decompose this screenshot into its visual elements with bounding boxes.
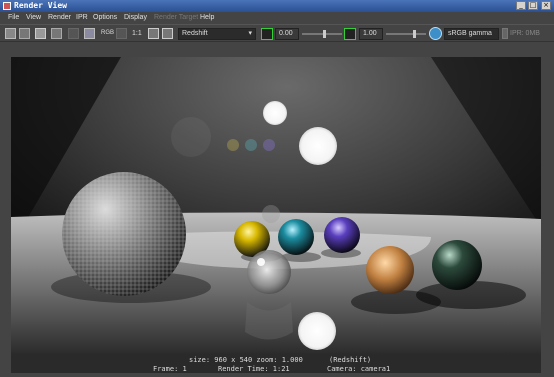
frame-text: Frame: 1 [153,365,187,373]
frame-image-icon[interactable] [162,28,173,39]
ipr-memory-label: IPR: 0MB [510,30,540,37]
alpha-channel-icon[interactable] [116,28,127,39]
gamma-toggle-icon[interactable] [344,28,356,40]
large-light-sphere [299,127,337,165]
wall-sphere-reflection [171,117,211,157]
menu-help[interactable]: Help [200,14,214,21]
renderer-name-text: (Redshift) [329,356,372,364]
app-icon [3,2,11,10]
exposure-toggle-icon[interactable] [261,28,273,40]
orange-sphere [366,246,414,294]
glass-sphere [247,250,291,294]
menu-options[interactable]: Options [93,14,117,21]
maximize-button[interactable]: □ [528,1,538,10]
minimize-button[interactable]: _ [516,1,526,10]
menu-file[interactable]: File [8,14,19,21]
frame-region-icon[interactable] [148,28,159,39]
renderer-select[interactable]: Redshift ▾ [178,28,256,40]
image-size-text: size: 960 x 540 zoom: 1.000 [189,356,303,364]
exposure-slider-handle[interactable] [323,30,326,38]
menu-bar: File View Render IPR Options Display Ren… [0,12,554,24]
chevron-down-icon: ▾ [248,30,252,37]
rgb-channel-label[interactable]: RGB [101,30,114,36]
wall-reflection-yellow [227,139,239,151]
toolbar: RGB 1:1 Redshift ▾ 0.00 1.00 sRGB gamma … [0,24,554,42]
tiled-chrome-sphere-pattern [62,172,186,296]
purple-sphere [324,217,360,253]
menu-render-target: Render Target [154,14,199,21]
exposure-slider[interactable] [302,33,342,35]
keep-image-icon[interactable] [51,28,62,39]
menu-ipr[interactable]: IPR [76,14,88,21]
ipr-icon [502,28,508,39]
teal-sphere [278,219,314,255]
dark-green-sphere [432,240,482,290]
rendered-image[interactable] [11,57,541,355]
close-button[interactable]: × [541,1,551,10]
status-bar: size: 960 x 540 zoom: 1.000 (Redshift) F… [11,355,541,373]
real-size-label[interactable]: 1:1 [132,30,142,37]
color-space-field[interactable]: sRGB gamma [444,28,499,40]
gamma-slider[interactable] [386,33,426,35]
display-channels-icon[interactable] [84,28,95,39]
color-management-icon[interactable] [429,27,442,40]
light-sphere-reflection [262,205,280,223]
small-light-sphere [263,101,287,125]
render-time-text: Render Time: 1:21 [218,365,290,373]
title-bar: Render View _ □ × [0,0,554,12]
render-region-icon[interactable] [19,28,30,39]
gamma-field[interactable]: 1.00 [359,28,383,40]
menu-display[interactable]: Display [124,14,147,21]
renderer-select-value: Redshift [182,30,208,37]
snapshot-icon[interactable] [35,28,46,39]
window-title: Render View [14,1,67,10]
remove-image-icon[interactable] [68,28,79,39]
exposure-field[interactable]: 0.00 [275,28,299,40]
menu-render[interactable]: Render [48,14,71,21]
gamma-slider-handle[interactable] [413,30,416,38]
render-scene [11,57,541,355]
wall-reflection-teal [245,139,257,151]
camera-text: Camera: camera1 [327,365,391,373]
redo-render-icon[interactable] [5,28,16,39]
menu-view[interactable]: View [26,14,41,21]
wall-reflection-purple [263,139,275,151]
light-sphere-floor-reflection [298,312,336,350]
